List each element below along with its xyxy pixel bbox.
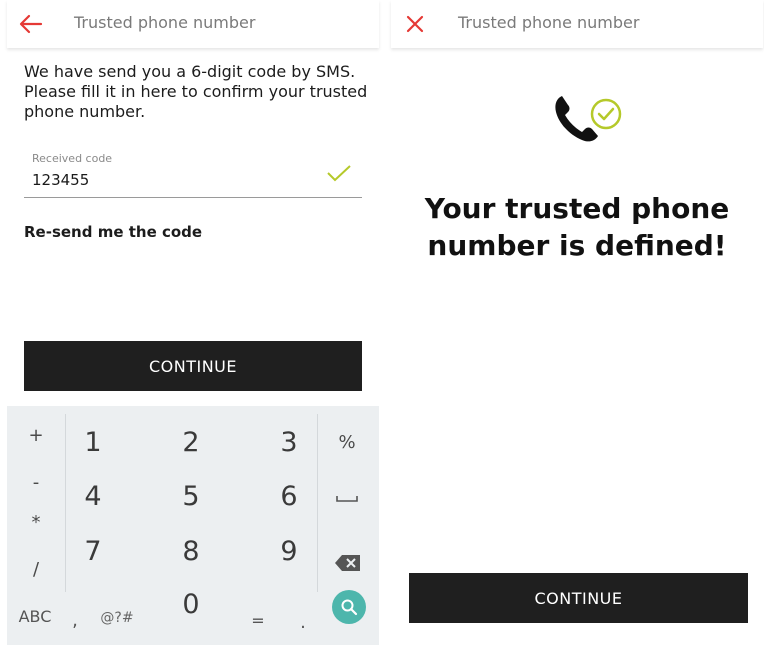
numeric-keyboard: + - * / 1 2 3 4 5 6 7 8 9 0 % ABC , @?# … bbox=[7, 406, 379, 645]
key-equals[interactable]: = bbox=[247, 608, 269, 632]
space-icon[interactable] bbox=[334, 490, 360, 504]
key-8[interactable]: 8 bbox=[166, 531, 216, 571]
confirmation-message: Your trusted phone number is defined! bbox=[424, 192, 730, 262]
search-key[interactable] bbox=[332, 590, 366, 624]
phone-check-icon bbox=[555, 96, 622, 142]
app-bar: Trusted phone number bbox=[7, 0, 379, 48]
received-code-input[interactable]: 123455 bbox=[32, 171, 89, 189]
continue-button[interactable]: CONTINUE bbox=[24, 341, 362, 391]
key-symbols[interactable]: @?# bbox=[97, 606, 137, 630]
continue-button[interactable]: CONTINUE bbox=[409, 573, 748, 623]
backspace-icon[interactable] bbox=[334, 553, 362, 573]
back-arrow-icon[interactable] bbox=[17, 10, 45, 38]
key-comma[interactable]: , bbox=[65, 608, 85, 632]
key-9[interactable]: 9 bbox=[264, 531, 314, 571]
key-6[interactable]: 6 bbox=[264, 476, 314, 516]
key-divide[interactable]: / bbox=[21, 554, 51, 584]
key-5[interactable]: 5 bbox=[166, 476, 216, 516]
keyboard-divider bbox=[65, 414, 66, 592]
key-3[interactable]: 3 bbox=[264, 422, 314, 462]
close-icon[interactable] bbox=[401, 10, 429, 38]
key-minus[interactable]: - bbox=[21, 467, 51, 497]
key-multiply[interactable]: * bbox=[21, 507, 51, 537]
resend-code-link[interactable]: Re-send me the code bbox=[24, 223, 202, 241]
key-percent[interactable]: % bbox=[332, 427, 362, 457]
key-7[interactable]: 7 bbox=[68, 531, 118, 571]
app-bar: Trusted phone number bbox=[391, 0, 763, 48]
received-code-label: Received code bbox=[32, 152, 113, 165]
instructions-text: We have send you a 6-digit code by SMS. … bbox=[24, 62, 368, 121]
key-4[interactable]: 4 bbox=[68, 476, 118, 516]
check-icon bbox=[327, 165, 351, 182]
search-icon bbox=[341, 599, 358, 616]
page-title: Trusted phone number bbox=[74, 13, 256, 32]
key-1[interactable]: 1 bbox=[68, 422, 118, 462]
key-abc[interactable]: ABC bbox=[15, 604, 55, 628]
keyboard-divider bbox=[317, 414, 318, 592]
key-2[interactable]: 2 bbox=[166, 422, 216, 462]
key-0[interactable]: 0 bbox=[166, 584, 216, 624]
received-code-field[interactable]: Received code 123455 bbox=[24, 150, 362, 198]
code-entry-screen: Trusted phone number We have send you a … bbox=[7, 0, 379, 645]
confirmation-screen: Trusted phone number Your trusted phone … bbox=[391, 0, 763, 645]
page-title: Trusted phone number bbox=[458, 13, 640, 32]
key-period[interactable]: . bbox=[293, 610, 313, 634]
key-plus[interactable]: + bbox=[21, 420, 51, 450]
